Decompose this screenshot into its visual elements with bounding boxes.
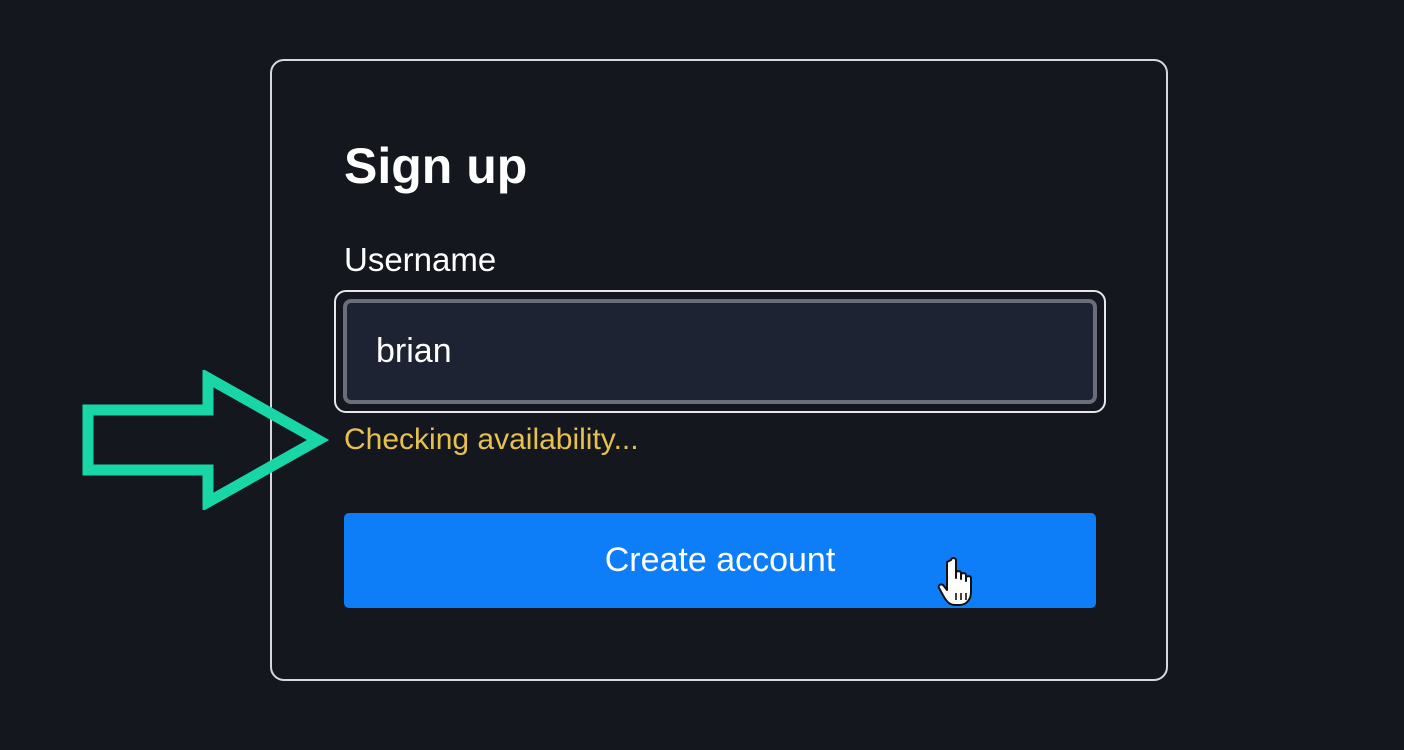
username-label: Username bbox=[344, 241, 497, 278]
create-account-button[interactable]: Create account bbox=[344, 513, 1096, 608]
page-title: Sign up bbox=[344, 138, 528, 194]
hand-pointer-cursor-icon bbox=[937, 557, 972, 606]
right-arrow-outline-icon bbox=[82, 370, 330, 510]
username-input[interactable] bbox=[343, 299, 1097, 404]
availability-status: Checking availability... bbox=[344, 423, 639, 456]
